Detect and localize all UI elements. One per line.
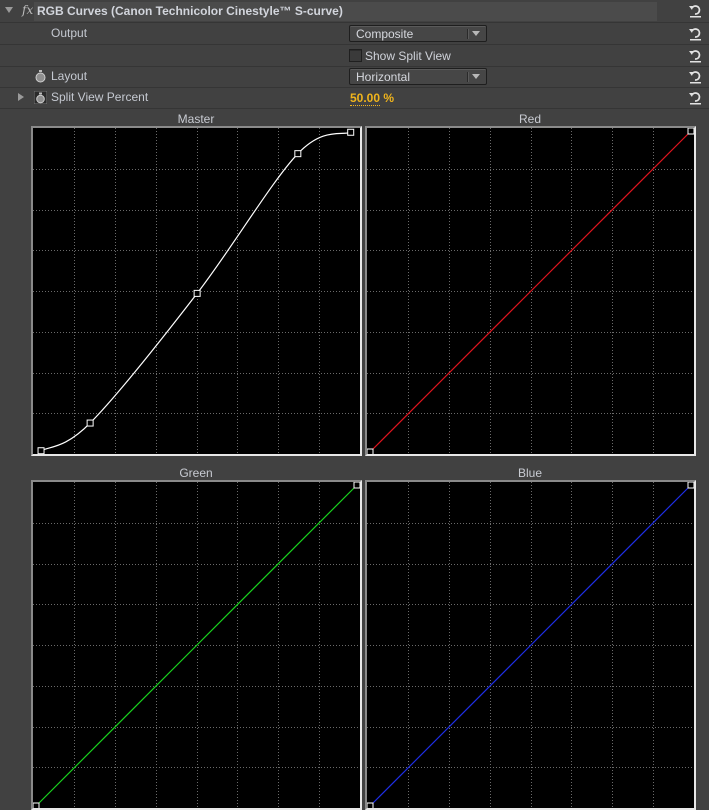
curve-control-point[interactable] <box>33 802 40 808</box>
red-curve-svg[interactable] <box>367 128 694 454</box>
dropdown-separator <box>467 29 468 39</box>
output-value: Composite <box>356 27 414 41</box>
blue-curve-svg[interactable] <box>367 482 694 808</box>
red-graph-title: Red <box>518 112 541 126</box>
master-curve-graph[interactable] <box>31 126 362 456</box>
effect-title: RGB Curves (Canon Technicolor Cinestyle™… <box>37 4 343 18</box>
split-view-percent-row: Split View Percent 50.00 % <box>0 87 709 109</box>
layout-row: Layout Horizontal <box>0 66 709 88</box>
layout-value: Horizontal <box>356 70 411 84</box>
blue-curve-graph[interactable] <box>365 480 696 810</box>
curve-control-point[interactable] <box>687 128 694 135</box>
curve-control-point[interactable] <box>367 448 374 454</box>
effect-header-row: fx RGB Curves (Canon Technicolor Cinesty… <box>0 0 709 23</box>
master-graph-title: Master <box>177 112 215 126</box>
show-split-view-checkbox[interactable] <box>349 49 362 62</box>
curve-control-point[interactable] <box>193 289 201 297</box>
output-dropdown[interactable]: Composite <box>349 25 487 42</box>
curve-control-point[interactable] <box>294 150 302 158</box>
expand-triangle-icon[interactable] <box>5 7 13 13</box>
layout-dropdown[interactable]: Horizontal <box>349 68 487 85</box>
fx-badge[interactable]: fx <box>22 3 33 17</box>
green-graph-title: Green <box>179 466 213 480</box>
reset-icon[interactable] <box>687 25 703 41</box>
green-curve-graph[interactable] <box>31 480 362 810</box>
expand-triangle-icon[interactable] <box>18 93 24 101</box>
layout-label: Layout <box>51 69 88 83</box>
master-curve-svg[interactable] <box>33 128 360 454</box>
chevron-down-icon <box>472 74 480 79</box>
curve-control-point[interactable] <box>353 482 360 489</box>
chevron-down-icon <box>472 31 480 36</box>
split-view-percent-label: Split View Percent <box>51 90 149 104</box>
reset-icon[interactable] <box>687 89 703 105</box>
reset-icon[interactable] <box>687 47 703 63</box>
curve-control-point[interactable] <box>86 419 94 427</box>
curve-control-point[interactable] <box>347 128 355 136</box>
curve-control-point[interactable] <box>37 447 45 454</box>
reset-icon[interactable] <box>687 68 703 84</box>
stopwatch-icon[interactable] <box>33 90 48 105</box>
curve-control-point[interactable] <box>687 482 694 489</box>
green-curve-svg[interactable] <box>33 482 360 808</box>
percent-unit: % <box>383 91 395 105</box>
output-row: Output Composite <box>0 23 709 45</box>
red-curve-graph[interactable] <box>365 126 696 456</box>
percent-number[interactable]: 50.00 <box>350 91 381 106</box>
stopwatch-icon[interactable] <box>34 70 47 83</box>
show-split-view-row: Show Split View <box>0 45 709 67</box>
split-view-percent-value[interactable]: 50.00 % <box>350 91 395 106</box>
output-label: Output <box>51 26 88 40</box>
show-split-view-label[interactable]: Show Split View <box>365 49 451 63</box>
blue-graph-title: Blue <box>517 466 543 480</box>
dropdown-separator <box>467 72 468 82</box>
curve-control-point[interactable] <box>367 802 374 808</box>
reset-icon[interactable] <box>687 2 703 18</box>
